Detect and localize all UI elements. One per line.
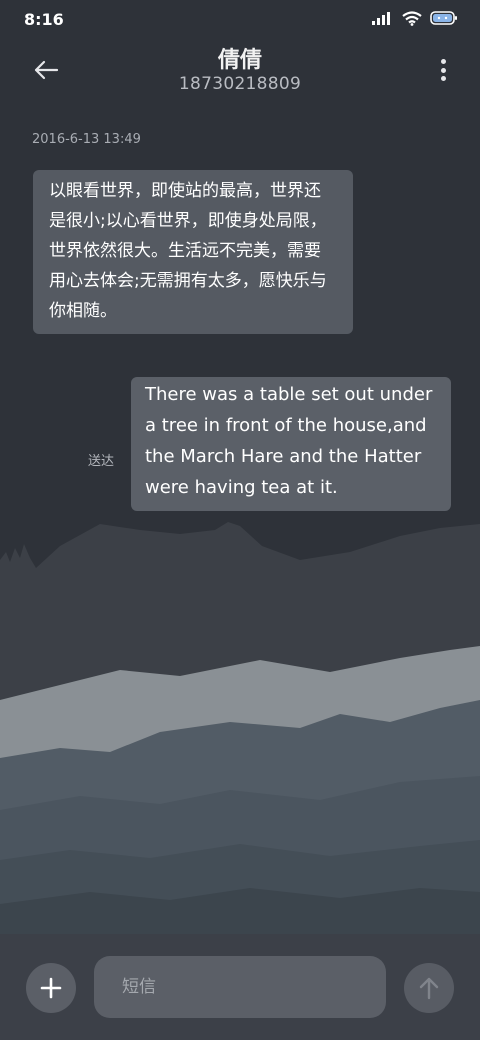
send-button[interactable] <box>404 963 454 1013</box>
send-arrow-up-icon <box>419 977 439 1000</box>
add-attachment-button[interactable] <box>26 963 76 1013</box>
more-vertical-icon <box>440 59 446 64</box>
plus-icon <box>40 977 62 999</box>
more-options-button[interactable] <box>436 54 450 86</box>
battery-icon <box>430 11 457 25</box>
wifi-icon <box>402 10 422 26</box>
status-icons <box>372 10 458 26</box>
message-input[interactable] <box>94 956 386 1018</box>
outgoing-message-bubble[interactable]: There was a table set out under a tree i… <box>131 377 451 511</box>
incoming-message-bubble[interactable]: 以眼看世界，即使站的最高，世界还是很小;以心看世界，即使身处局限，世界依然很大。… <box>33 170 353 334</box>
contact-number: 18730218809 <box>178 74 302 94</box>
contact-name: 倩倩 <box>217 48 262 73</box>
delivery-status: 送达 <box>88 454 115 469</box>
status-time: 8:16 <box>24 10 64 29</box>
status-bar: 8:16 <box>0 0 480 42</box>
message-timestamp: 2016-6-13 13:49 <box>32 132 141 147</box>
conversation-header: 倩倩 18730218809 <box>0 42 480 102</box>
cellular-signal-icon <box>372 12 390 25</box>
composer-bar <box>0 934 480 1040</box>
